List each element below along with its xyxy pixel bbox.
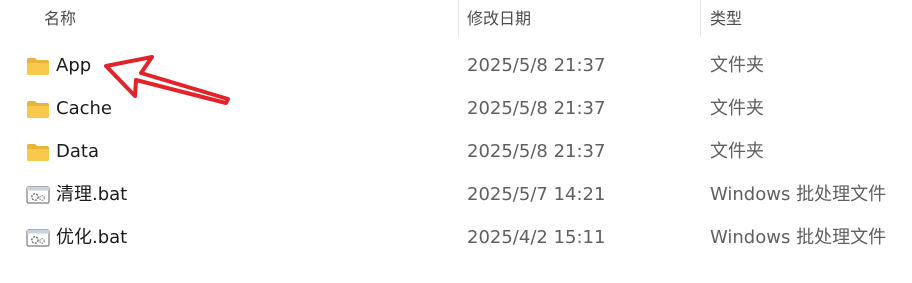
file-name: 清理.bat [56,184,128,205]
file-name: App [56,55,92,76]
file-modified: 2025/5/8 21:37 [467,55,606,76]
column-header-name[interactable]: 名称 [44,0,76,37]
file-type: 文件夹 [710,55,764,76]
file-row-app[interactable]: App 2025/5/8 21:37 文件夹 [0,44,912,87]
column-header-modified[interactable]: 修改日期 [467,0,531,37]
sort-caret-icon[interactable]: ⌃ [238,0,248,6]
folder-icon [27,144,49,161]
file-modified: 2025/5/8 21:37 [467,98,606,119]
file-modified: 2025/5/7 14:21 [467,184,606,205]
column-divider[interactable] [458,0,459,37]
file-modified: 2025/4/2 15:11 [467,227,606,248]
column-divider[interactable] [700,0,701,37]
file-name: Cache [56,98,112,119]
file-row-clean-bat[interactable]: 清理.bat 2025/5/7 14:21 Windows 批处理文件 [0,173,912,216]
folder-icon [27,58,49,75]
file-name: 优化.bat [56,227,128,248]
file-row-data[interactable]: Data 2025/5/8 21:37 文件夹 [0,130,912,173]
column-header-type[interactable]: 类型 [710,0,742,37]
file-type: Windows 批处理文件 [710,227,887,248]
file-type: Windows 批处理文件 [710,184,887,205]
file-row-optimize-bat[interactable]: 优化.bat 2025/4/2 15:11 Windows 批处理文件 [0,216,912,259]
file-type: 文件夹 [710,141,764,162]
batch-file-icon [26,229,50,247]
file-name: Data [56,141,99,162]
file-list: App 2025/5/8 21:37 文件夹 Cache 2025/5/8 21… [0,44,912,259]
file-modified: 2025/5/8 21:37 [467,141,606,162]
file-row-cache[interactable]: Cache 2025/5/8 21:37 文件夹 [0,87,912,130]
file-type: 文件夹 [710,98,764,119]
column-header: ⌃ 名称 修改日期 类型 [0,0,912,37]
batch-file-icon [26,186,50,204]
folder-icon [27,101,49,118]
